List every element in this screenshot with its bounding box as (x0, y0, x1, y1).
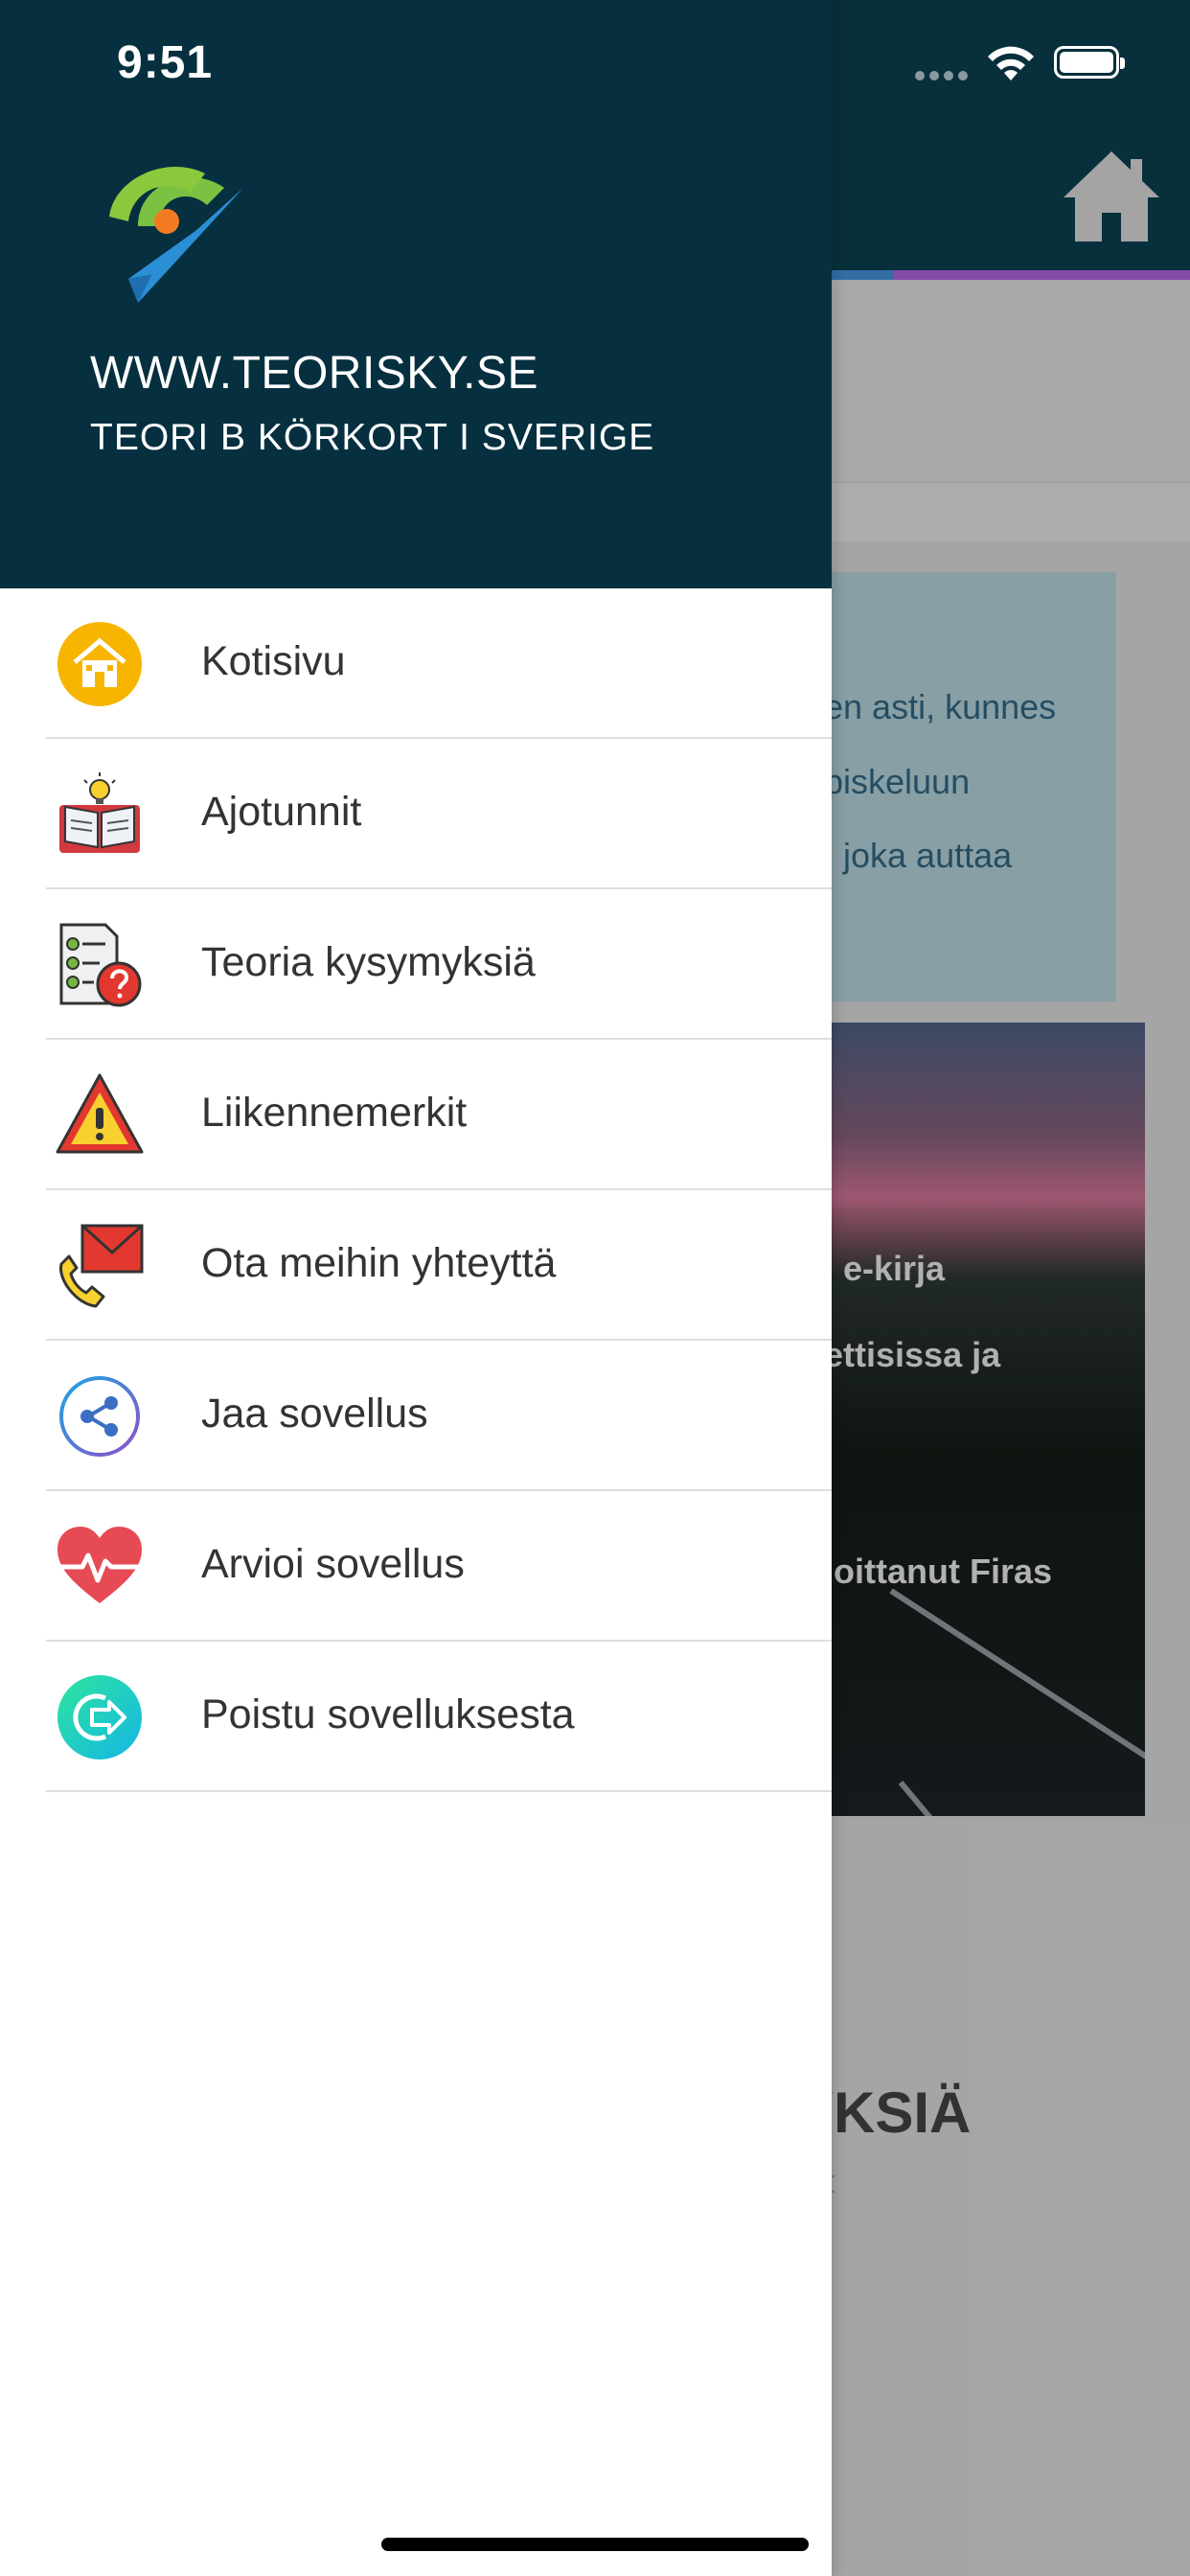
menu-item-teoria-kysymyksia[interactable]: Teoria kysymyksiä (0, 889, 832, 1040)
heart-pulse-icon (57, 1527, 142, 1603)
menu-label: Arvioi sovellus (201, 1541, 465, 1587)
site-subtitle: TEORI B KÖRKORT I SVERIGE (90, 417, 655, 458)
home-icon (57, 622, 142, 706)
share-icon (59, 1376, 140, 1457)
menu-label: Jaa sovellus (201, 1391, 428, 1437)
menu-item-ajotunnit[interactable]: Ajotunnit (0, 739, 832, 889)
menu-label: Kotisivu (201, 638, 346, 684)
checklist-question-icon (59, 923, 142, 1007)
phone-mail-icon (59, 1224, 144, 1308)
exit-icon (57, 1675, 142, 1760)
home-indicator[interactable] (381, 2538, 809, 2551)
menu-label: Liikennemerkit (201, 1090, 468, 1136)
menu-label: Ota meihin yhteyttä (201, 1240, 557, 1286)
teorisky-logo (109, 166, 243, 303)
menu-item-kotisivu[interactable]: Kotisivu (0, 588, 832, 739)
menu-item-jaa-sovellus[interactable]: Jaa sovellus (0, 1341, 832, 1491)
status-time: 9:51 (117, 37, 214, 88)
menu-item-liikennemerkit[interactable]: Liikennemerkit (0, 1040, 832, 1190)
site-url[interactable]: WWW.TEORISKY.SE (90, 347, 538, 400)
battery-icon (1054, 46, 1125, 79)
menu-label: Teoria kysymyksiä (201, 939, 536, 985)
menu-item-poistu-sovelluksesta[interactable]: Poistu sovelluksesta (0, 1642, 832, 1792)
menu-item-ota-meihin-yhteytta[interactable]: Ota meihin yhteyttä (0, 1190, 832, 1341)
menu-item-arvioi-sovellus[interactable]: Arvioi sovellus (0, 1491, 832, 1642)
status-bar: 9:51 (0, 0, 1190, 125)
menu-label: Poistu sovelluksesta (201, 1691, 575, 1737)
drawer-menu: Kotisivu Ajotunnit Teoria kysymyksiä Lii… (0, 588, 832, 1792)
menu-label: Ajotunnit (201, 789, 362, 835)
navigation-drawer: WWW.TEORISKY.SE TEORI B KÖRKORT I SVERIG… (0, 0, 832, 2576)
book-lightbulb-icon (59, 772, 140, 853)
warning-sign-icon (56, 1073, 144, 1154)
wifi-icon (988, 46, 1034, 80)
cellular-signal-icon (915, 71, 968, 80)
